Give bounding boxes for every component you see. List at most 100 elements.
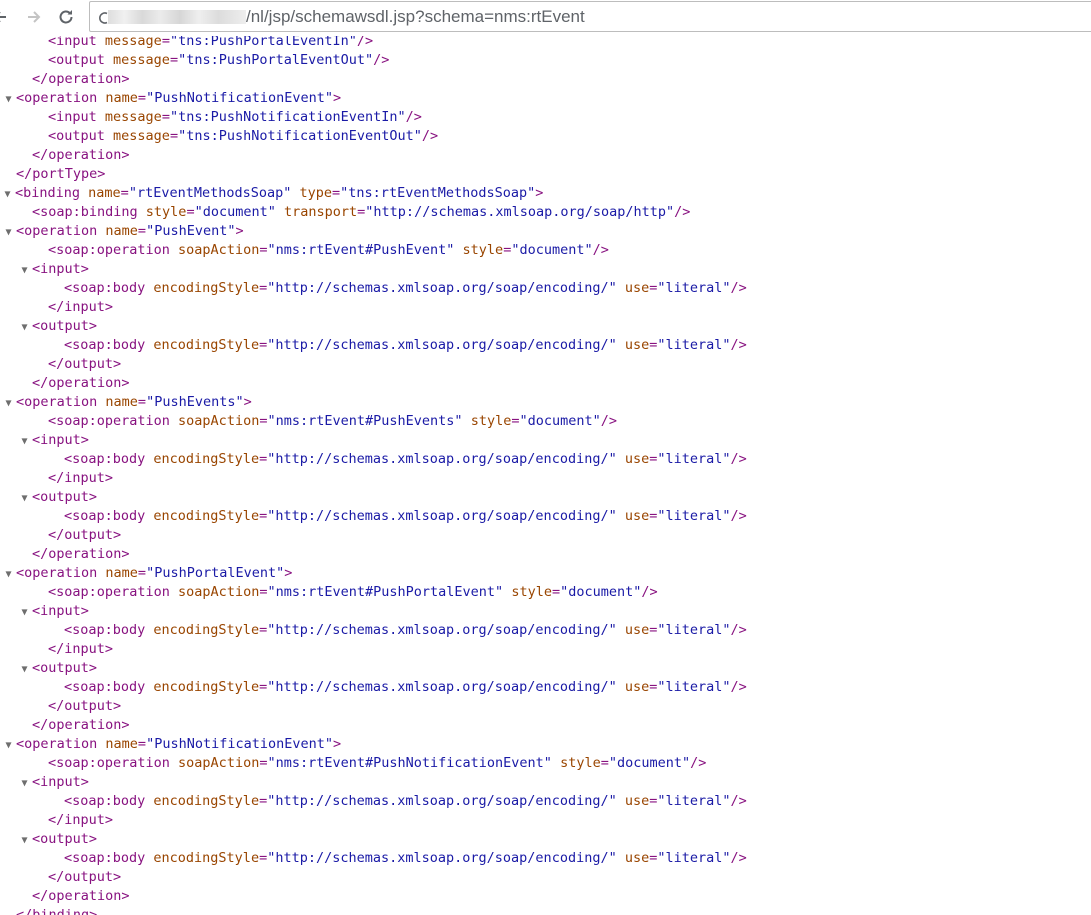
xml-attr-value: "nms:rtEvent#PushEvent" — [267, 242, 455, 258]
xml-tag — [617, 850, 625, 866]
reload-icon[interactable] — [52, 3, 80, 31]
xml-attr-name: use — [624, 850, 650, 866]
xml-tag: <output> — [32, 318, 98, 334]
xml-line: <soap:body encodingStyle="http://schemas… — [0, 507, 1091, 526]
forward-arrow-icon[interactable] — [20, 3, 48, 31]
collapse-toggle-icon[interactable]: ▼ — [17, 261, 32, 280]
xml-tag: <soap:binding — [32, 204, 146, 220]
xml-attr-name: use — [624, 622, 650, 638]
collapse-toggle-icon[interactable]: ▼ — [17, 774, 32, 793]
xml-tag — [291, 185, 299, 201]
xml-tag: > — [535, 185, 544, 201]
xml-line: ▼ <output> — [0, 659, 1091, 678]
collapse-toggle-icon[interactable]: ▼ — [1, 565, 16, 584]
xml-line: <input message="tns:PushPortalEventIn"/> — [0, 36, 1091, 51]
xml-tag: <soap:body — [64, 850, 154, 866]
xml-tag: = — [137, 90, 147, 106]
xml-attr-value: "tns:rtEventMethodsSoap" — [340, 185, 536, 201]
xml-tag: /> — [730, 508, 747, 524]
xml-line: </operation> — [0, 374, 1091, 393]
xml-line: ▼ <input> — [0, 260, 1091, 279]
collapse-toggle-icon[interactable]: ▼ — [17, 603, 32, 622]
xml-tag: </operation> — [32, 147, 130, 163]
xml-line: ▼ <input> — [0, 431, 1091, 450]
xml-attr-name: use — [624, 280, 650, 296]
xml-attr-value: "http://schemas.xmlsoap.org/soap/encodin… — [267, 451, 617, 467]
xml-line: </operation> — [0, 70, 1091, 89]
xml-tag: > — [284, 565, 293, 581]
back-arrow-icon[interactable] — [0, 3, 14, 31]
xml-attr-name: soapAction — [178, 584, 260, 600]
xml-attr-name: encodingStyle — [153, 508, 260, 524]
xml-attr-value: "http://schemas.xmlsoap.org/soap/http" — [365, 204, 675, 220]
collapse-toggle-icon[interactable]: ▼ — [17, 660, 32, 679]
xml-line: <output message="tns:PushPortalEventOut"… — [0, 51, 1091, 70]
xml-tag — [617, 508, 625, 524]
xml-tag: /> — [421, 128, 439, 144]
xml-tag: = — [259, 679, 268, 695]
xml-attr-name: style — [560, 755, 601, 771]
xml-attr-name: message — [113, 128, 170, 144]
xml-tag: </operation> — [32, 375, 130, 391]
xml-tag: <binding — [15, 185, 89, 201]
xml-tag: </operation> — [32, 888, 130, 904]
xml-tag: <output> — [32, 489, 98, 505]
xml-tag: </operation> — [32, 546, 130, 562]
xml-tag: = — [259, 508, 268, 524]
xml-line: </input> — [0, 640, 1091, 659]
xml-line: ▼ <operation name="PushNotificationEvent"… — [0, 89, 1091, 108]
collapse-toggle-icon[interactable]: ▼ — [17, 432, 32, 451]
xml-attr-name: soapAction — [178, 755, 260, 771]
xml-tag: /> — [373, 52, 390, 68]
xml-tag: > — [243, 394, 252, 410]
xml-attr-name: use — [624, 451, 650, 467]
xml-tag: <input — [48, 36, 105, 49]
xml-attr-value: "PushPortalEvent" — [146, 565, 285, 581]
xml-attr-name: message — [113, 52, 170, 68]
xml-attr-value: "literal" — [657, 280, 731, 296]
xml-tag: <input> — [32, 261, 89, 277]
xml-tag — [276, 204, 284, 220]
xml-tag: /> — [730, 622, 747, 638]
xml-line: <soap:body encodingStyle="http://schemas… — [0, 279, 1091, 298]
xml-attr-name: transport — [284, 204, 358, 220]
xml-attr-name: encodingStyle — [153, 280, 260, 296]
xml-tag: > — [333, 736, 342, 752]
collapse-toggle-icon[interactable]: ▼ — [0, 185, 15, 204]
xml-line: <output message="tns:PushNotificationEve… — [0, 127, 1091, 146]
collapse-toggle-icon[interactable]: ▼ — [17, 489, 32, 508]
collapse-toggle-icon[interactable]: ▼ — [1, 394, 16, 413]
collapse-toggle-icon[interactable]: ▼ — [17, 831, 32, 850]
address-bar[interactable]: /nl/jsp/schemawsdl.jsp?schema=nms:rtEven… — [89, 1, 1091, 32]
xml-line: ▼ <output> — [0, 317, 1091, 336]
xml-line: </binding> — [0, 906, 1091, 915]
xml-tag: </operation> — [32, 717, 130, 733]
collapse-toggle-icon[interactable]: ▼ — [1, 223, 16, 242]
url-text[interactable]: /nl/jsp/schemawsdl.jsp?schema=nms:rtEven… — [246, 7, 585, 27]
xml-tag: /> — [405, 109, 422, 125]
xml-tag: <operation — [16, 736, 106, 752]
collapse-toggle-icon[interactable]: ▼ — [1, 736, 16, 755]
xml-attr-name: soapAction — [178, 242, 260, 258]
xml-tag: /> — [730, 451, 747, 467]
xml-tag: </input> — [48, 641, 114, 657]
xml-line: <soap:operation soapAction="nms:rtEvent#… — [0, 583, 1091, 602]
xml-attr-name: type — [299, 185, 333, 201]
xml-tag: <soap:operation — [48, 242, 179, 258]
xml-attr-value: "document" — [560, 584, 642, 600]
xml-tag: = — [137, 394, 147, 410]
xml-attr-name: style — [470, 413, 512, 429]
xml-line: <soap:operation soapAction="nms:rtEvent#… — [0, 412, 1091, 431]
xml-tag: </portType> — [16, 166, 106, 182]
xml-tag: = — [186, 204, 195, 220]
xml-tag: /> — [730, 337, 747, 353]
xml-tag: = — [259, 622, 268, 638]
xml-attr-name: encodingStyle — [153, 679, 260, 695]
xml-attr-value: "literal" — [657, 679, 731, 695]
collapse-toggle-icon[interactable]: ▼ — [17, 318, 32, 337]
xml-tag — [617, 679, 625, 695]
collapse-toggle-icon[interactable]: ▼ — [1, 90, 16, 109]
xml-tag: <output> — [32, 660, 98, 676]
xml-line: <soap:binding style="document" transport… — [0, 203, 1091, 222]
xml-tag: = — [169, 128, 179, 144]
